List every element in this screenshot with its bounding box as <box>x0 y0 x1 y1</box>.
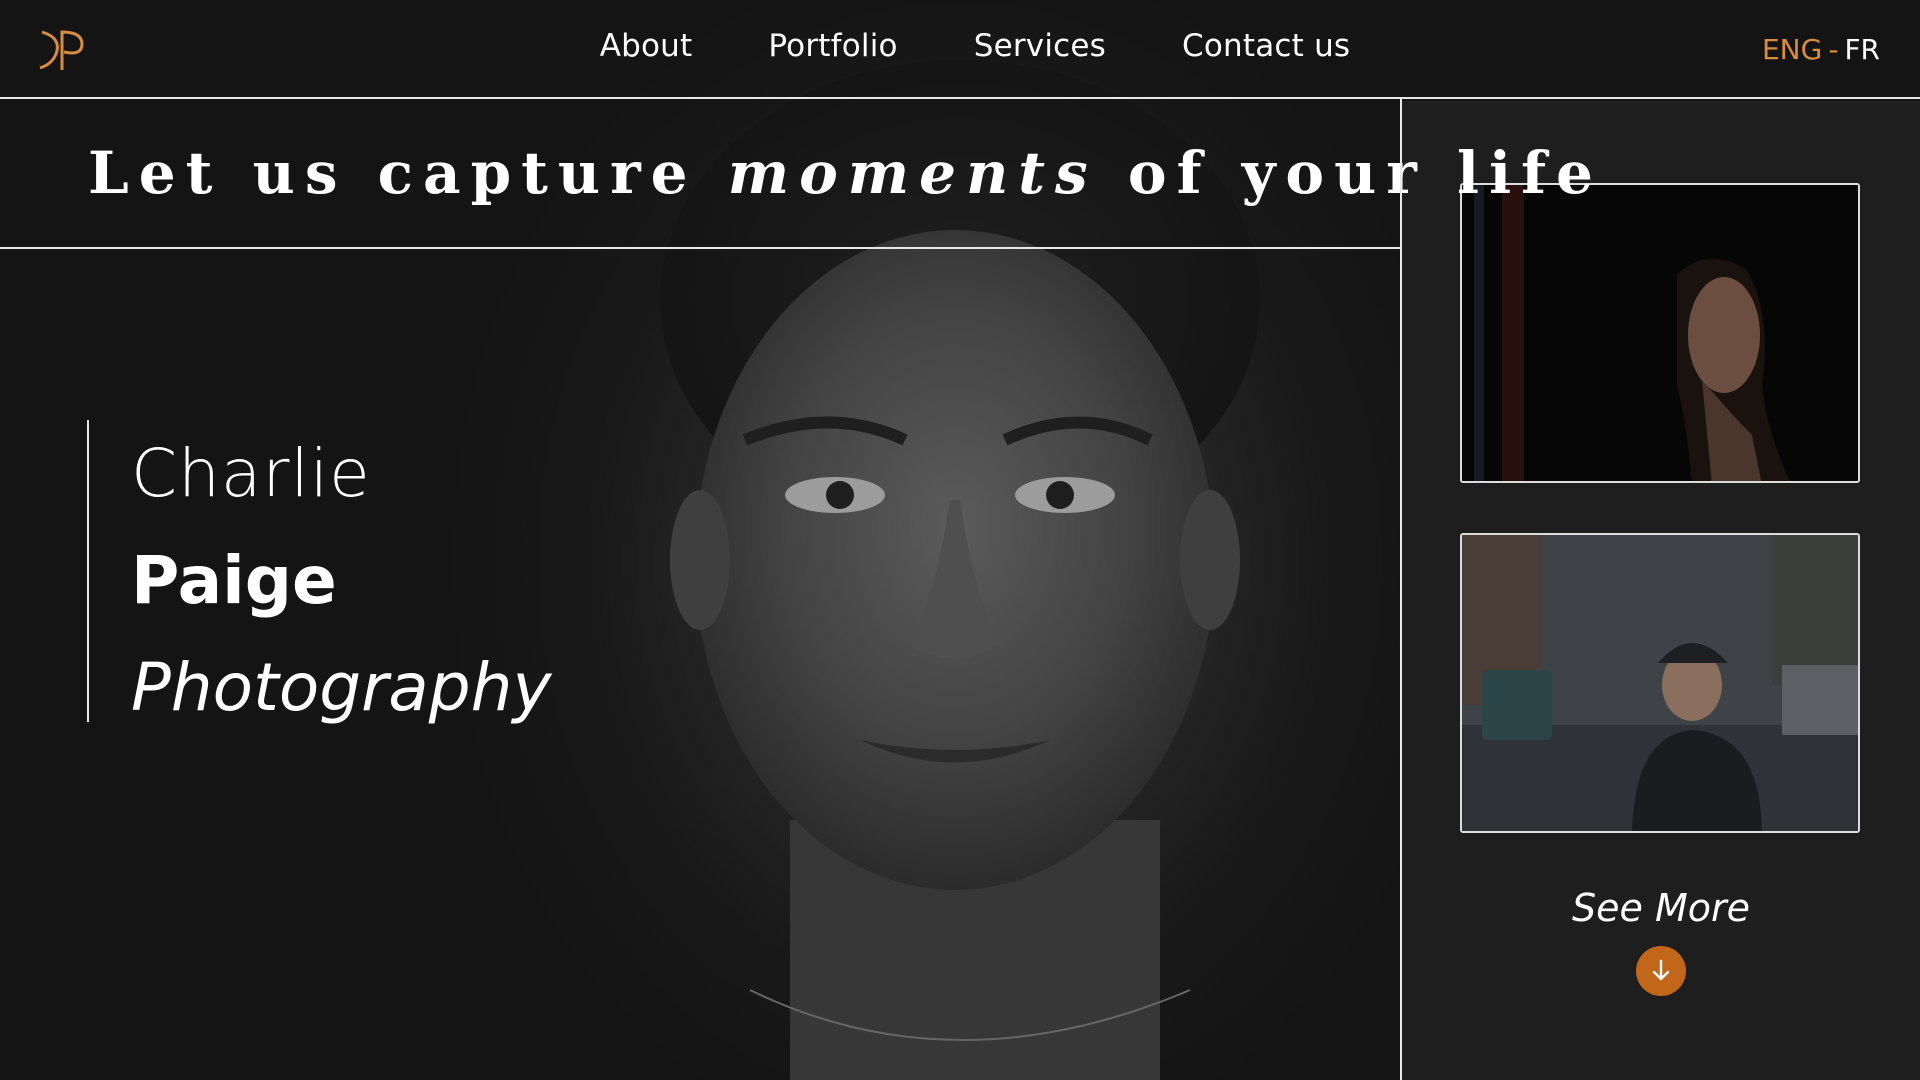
language-switcher: ENG - FR <box>1762 33 1880 66</box>
see-more-link[interactable]: See More <box>1402 886 1920 930</box>
arrow-down-icon <box>1652 959 1670 981</box>
nav-item-about[interactable]: About <box>600 28 693 64</box>
headline-after: of your life <box>1097 139 1603 207</box>
nav-links: About Portfolio Services Contact us <box>0 28 1920 64</box>
nav-item-portfolio[interactable]: Portfolio <box>768 28 897 64</box>
name-last: Paige <box>131 542 337 619</box>
headline-emphasis: moments <box>727 139 1098 207</box>
scroll-down-button[interactable] <box>1636 946 1686 996</box>
gallery-thumbnail-2[interactable] <box>1460 533 1860 833</box>
gallery-column: See More <box>1402 101 1920 1080</box>
navbar: About Portfolio Services Contact us ENG -… <box>0 0 1920 99</box>
name-tagline: Photography <box>131 649 552 726</box>
studio-name: Charlie Paige Photography <box>87 420 552 726</box>
vertical-divider <box>1400 99 1402 1080</box>
gallery-thumbnail-1[interactable] <box>1460 183 1860 483</box>
lang-separator: - <box>1828 33 1839 66</box>
nav-item-contact[interactable]: Contact us <box>1182 28 1350 64</box>
lang-fr[interactable]: FR <box>1844 33 1880 66</box>
headline: Let us capture moments of your life <box>88 139 1603 207</box>
headline-band: Let us capture moments of your life <box>0 99 1593 249</box>
lang-eng[interactable]: ENG <box>1762 33 1822 66</box>
headline-before: Let us capture <box>88 139 728 207</box>
nav-item-services[interactable]: Services <box>974 28 1106 64</box>
name-first: Charlie <box>131 435 371 512</box>
